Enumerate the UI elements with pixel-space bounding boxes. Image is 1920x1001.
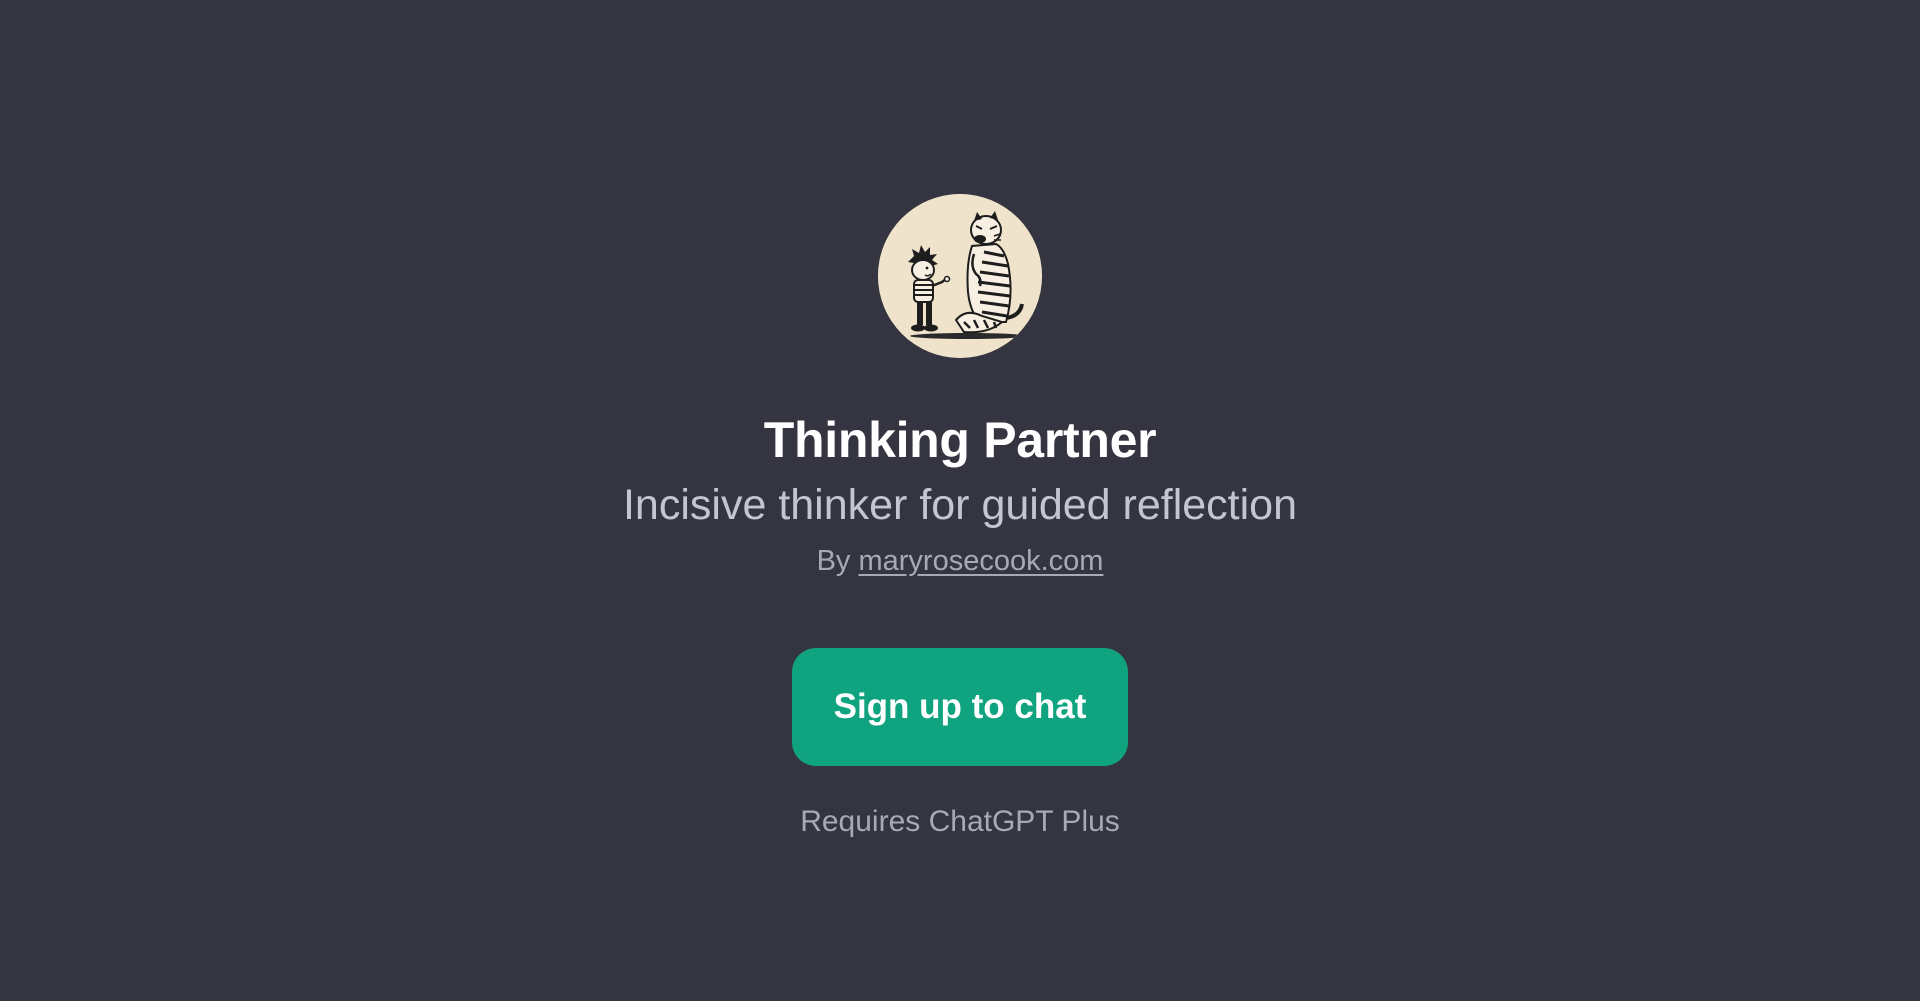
requirement-note: Requires ChatGPT Plus xyxy=(800,805,1120,838)
gpt-byline: By maryrosecook.com xyxy=(817,542,1104,580)
gpt-description: Incisive thinker for guided reflection xyxy=(622,481,1298,529)
author-link[interactable]: maryrosecook.com xyxy=(858,545,1103,577)
byline-prefix: By xyxy=(816,545,851,577)
gpt-avatar xyxy=(878,194,1042,358)
calvin-and-hobbes-illustration-icon xyxy=(878,194,1042,358)
sign-up-to-chat-button[interactable]: Sign up to chat xyxy=(792,648,1128,766)
gpt-landing-page: Thinking Partner Incisive thinker for gu… xyxy=(0,0,1920,1001)
gpt-name: Thinking Partner xyxy=(763,412,1157,468)
